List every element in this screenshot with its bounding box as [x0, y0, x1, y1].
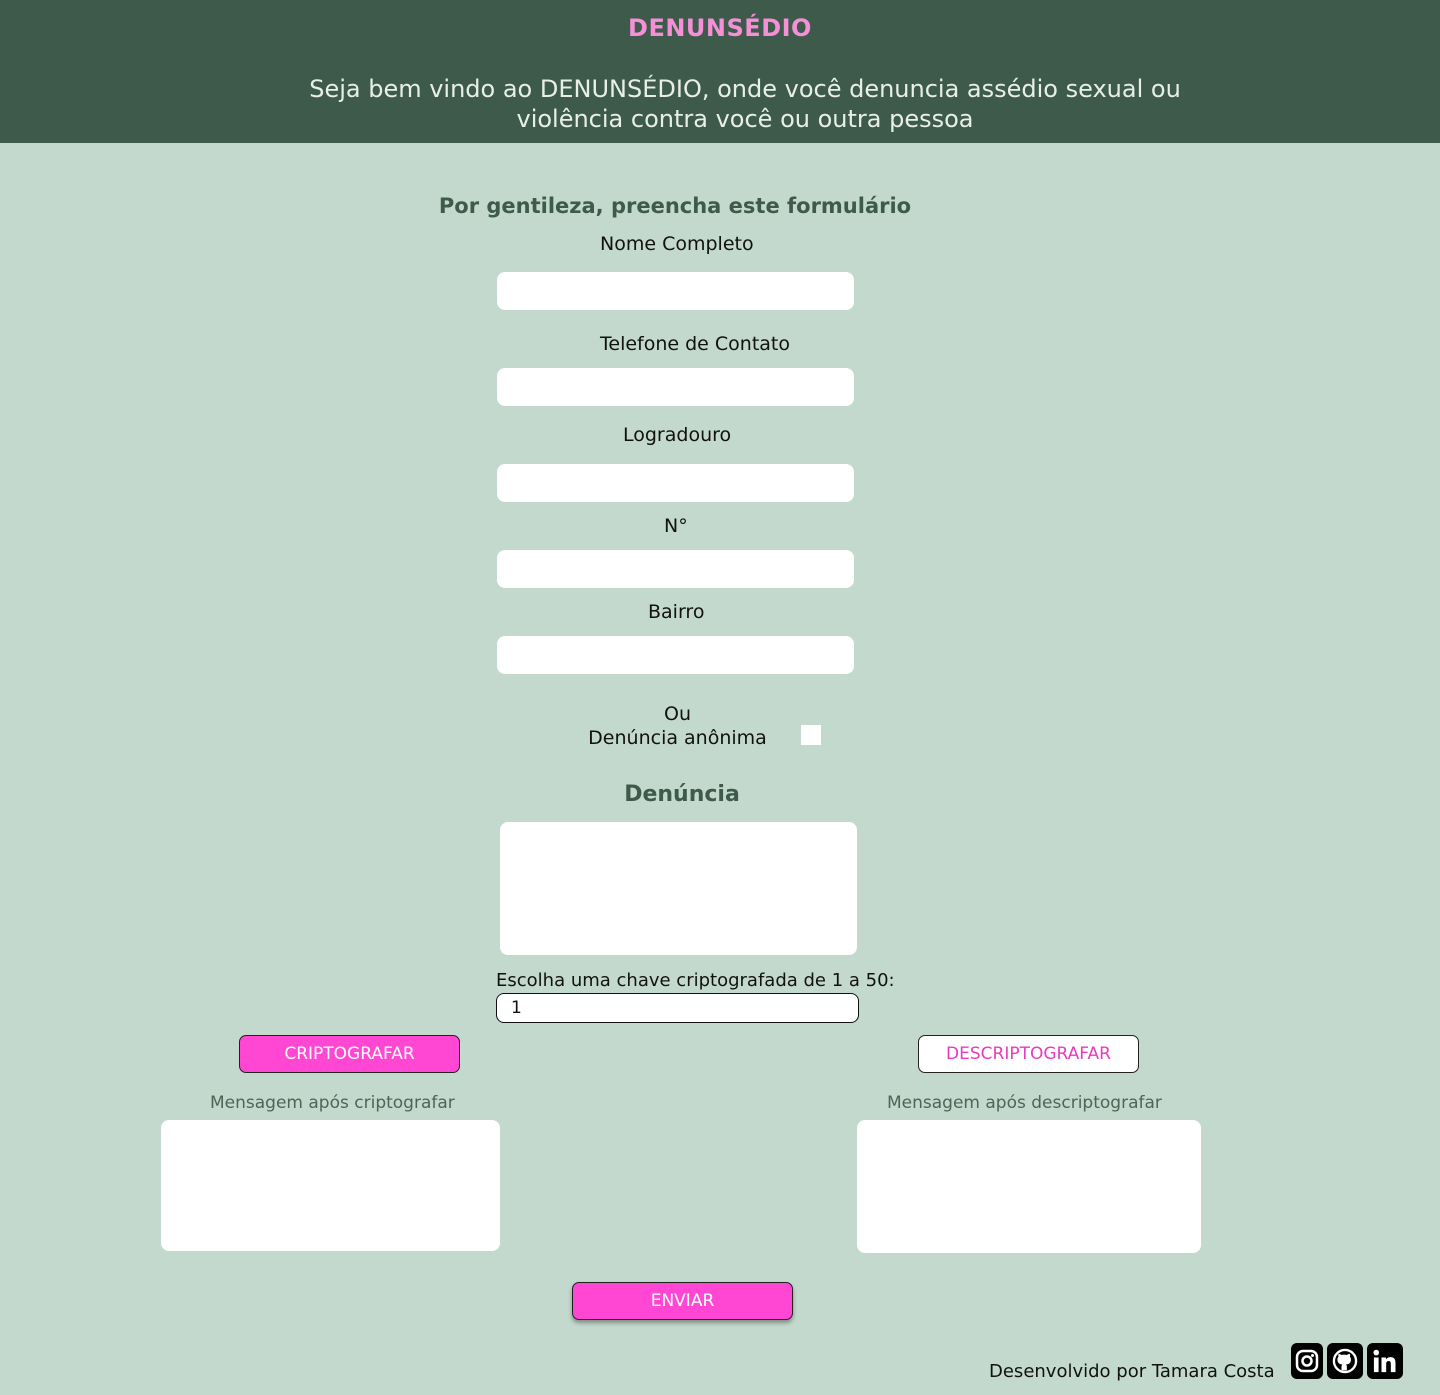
street-label: Logradouro — [623, 424, 732, 446]
district-input[interactable] — [497, 636, 854, 674]
welcome-message: Seja bem vindo ao DENUNSÉDIO, onde você … — [309, 75, 1181, 133]
github-icon[interactable] — [1327, 1343, 1363, 1379]
send-button[interactable]: ENVIAR — [572, 1282, 793, 1320]
page-header: DENUNSÉDIO Seja bem vindo ao DENUNSÉDIO,… — [0, 0, 1440, 143]
phone-input[interactable] — [497, 368, 854, 406]
linkedin-icon[interactable] — [1367, 1343, 1403, 1379]
github-glyph — [1332, 1348, 1358, 1374]
decrypted-message-textarea[interactable] — [857, 1120, 1201, 1253]
street-input[interactable] — [497, 464, 854, 502]
form-title: Por gentileza, preencha este formulário — [438, 194, 912, 218]
district-label: Bairro — [648, 601, 705, 623]
instagram-icon[interactable] — [1291, 1343, 1323, 1379]
anonymous-text: Denúncia anônima — [588, 727, 767, 749]
report-textarea[interactable] — [500, 822, 857, 955]
footer-credit: Desenvolvido por Tamara Costa — [989, 1361, 1275, 1382]
linkedin-glyph — [1373, 1349, 1396, 1373]
encrypted-message-label: Mensagem após criptografar — [210, 1093, 455, 1113]
number-label: N° — [664, 515, 688, 537]
number-input[interactable] — [497, 550, 854, 588]
decrypted-message-label: Mensagem após descriptografar — [887, 1093, 1162, 1113]
anonymous-checkbox[interactable] — [801, 725, 821, 745]
report-title: Denúncia — [624, 782, 740, 807]
phone-label: Telefone de Contato — [600, 333, 791, 355]
instagram-glyph — [1295, 1349, 1319, 1373]
name-input[interactable] — [497, 272, 854, 310]
key-input[interactable]: 1 — [496, 993, 859, 1023]
key-label: Escolha uma chave criptografada de 1 a 5… — [496, 970, 895, 991]
name-label: Nome Completo — [600, 233, 754, 255]
encrypted-message-textarea[interactable] — [161, 1120, 500, 1251]
encrypt-button[interactable]: CRIPTOGRAFAR — [239, 1035, 460, 1073]
brand-title: DENUNSÉDIO — [628, 14, 812, 42]
anonymous-label: Ou Denúncia anônima — [560, 702, 795, 750]
decrypt-button[interactable]: DESCRIPTOGRAFAR — [918, 1035, 1139, 1073]
anonymous-or-text: Ou — [664, 703, 691, 725]
